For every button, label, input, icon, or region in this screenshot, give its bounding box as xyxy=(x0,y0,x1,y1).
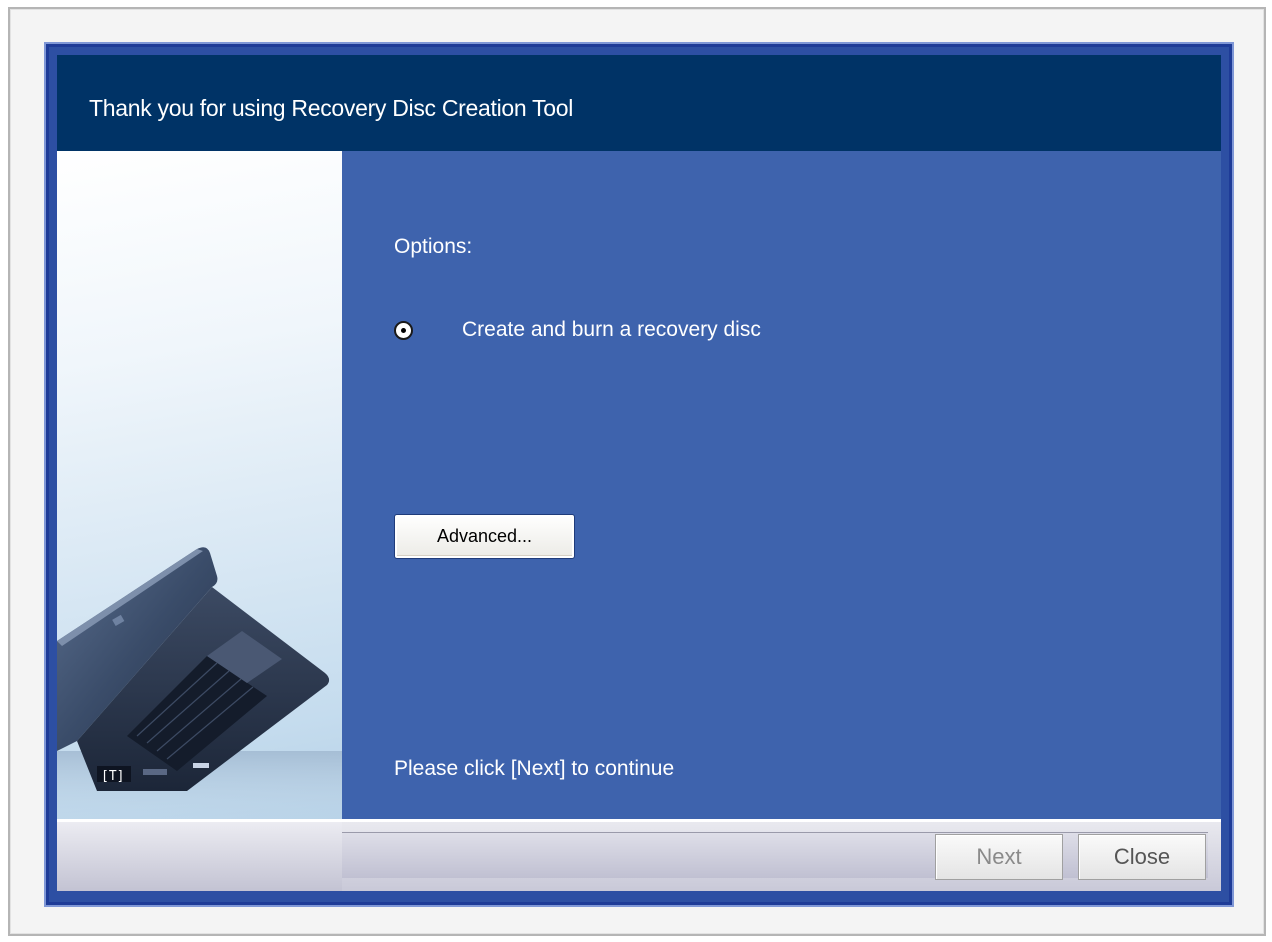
header-banner: Thank you for using Recovery Disc Creati… xyxy=(57,55,1221,151)
create-disc-radio-label[interactable]: Create and burn a recovery disc xyxy=(462,318,761,342)
svg-text:[T]: [T] xyxy=(101,769,124,784)
radio-selected-dot xyxy=(401,328,406,333)
side-image-panel: [T] xyxy=(57,151,342,819)
close-button[interactable]: Close xyxy=(1078,834,1206,880)
wizard-dialog: Thank you for using Recovery Disc Creati… xyxy=(46,44,1232,905)
window-title: Thank you for using Recovery Disc Creati… xyxy=(89,95,574,121)
next-button[interactable]: Next xyxy=(935,834,1063,880)
footer-bar: Next Close xyxy=(57,819,1221,891)
main-content: Options: Create and burn a recovery disc… xyxy=(342,151,1221,819)
instruction-text: Please click [Next] to continue xyxy=(394,757,675,780)
footer-left-panel xyxy=(57,822,342,891)
laptop-illustration-icon: [T] xyxy=(57,547,342,819)
advanced-button[interactable]: Advanced... xyxy=(394,514,575,559)
create-disc-radio[interactable] xyxy=(394,321,413,340)
options-label: Options: xyxy=(394,235,473,258)
